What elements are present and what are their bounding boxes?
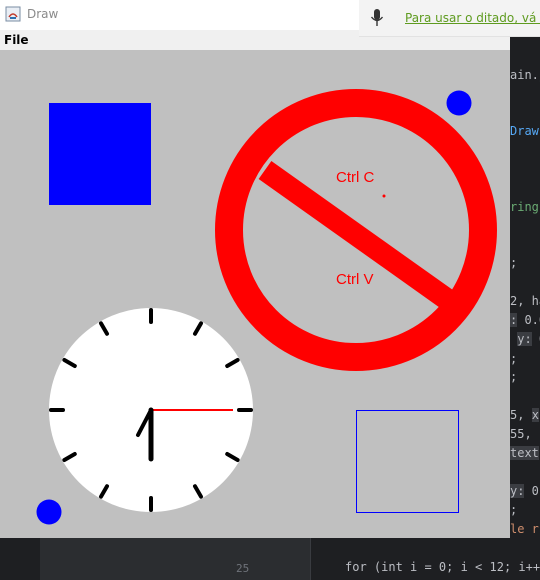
blue-dot-top-right xyxy=(446,90,472,116)
ctrl-c-label: Ctrl C xyxy=(336,169,375,186)
blue-filled-square xyxy=(49,103,151,205)
blue-dot-bottom-left xyxy=(36,499,62,525)
window-title: Draw xyxy=(27,7,59,21)
microphone-icon xyxy=(370,9,384,26)
code-editor-background: ain.ja Draw ring ; 2, ha : 0.0 y: 0 ; ; … xyxy=(510,36,540,580)
line-number: 25 xyxy=(236,562,250,575)
red-dot xyxy=(382,194,386,198)
code-line: for (int i = 0; i < 12; i++ xyxy=(345,560,540,574)
clock xyxy=(49,308,253,512)
ctrl-v-label: Ctrl V xyxy=(336,271,374,288)
menu-file[interactable]: File xyxy=(4,33,29,47)
blue-outline-square xyxy=(356,410,459,513)
drawing-canvas[interactable]: Ctrl C Ctrl V xyxy=(0,50,510,538)
dictation-toast[interactable]: Para usar o ditado, vá pa xyxy=(359,0,540,37)
ide-divider xyxy=(310,538,311,580)
no-symbol xyxy=(215,89,497,371)
dictation-link[interactable]: Para usar o ditado, vá pa xyxy=(405,11,540,25)
ide-gutter xyxy=(40,538,310,580)
java-app-icon xyxy=(5,6,21,22)
draw-window: Draw File Ctrl C Ctrl V xyxy=(0,0,540,538)
